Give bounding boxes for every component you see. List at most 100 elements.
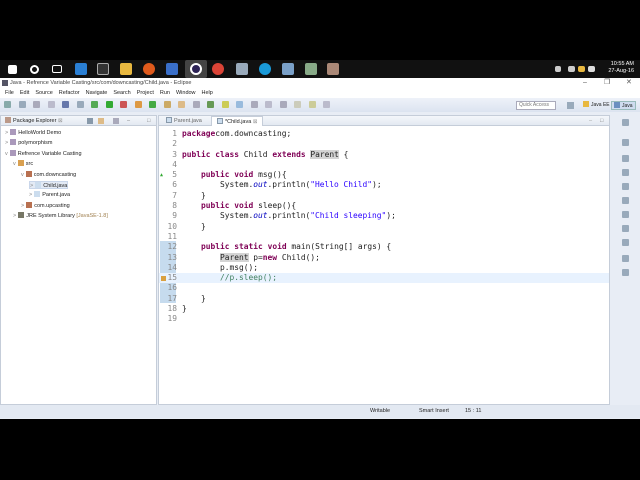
tree-item[interactable]: v com.downcasting xyxy=(21,170,76,179)
tree-item[interactable]: > polymorphism xyxy=(5,139,52,147)
menu-refactor[interactable]: Refactor xyxy=(59,90,80,96)
expand-arrow-icon[interactable]: v xyxy=(13,161,16,167)
tree-item[interactable]: > Child.java xyxy=(29,181,69,189)
menu-edit[interactable]: Edit xyxy=(20,90,29,96)
toolbar-button-icon[interactable] xyxy=(250,101,258,108)
menu-run[interactable]: Run xyxy=(160,90,170,96)
toolbar-button-icon[interactable] xyxy=(47,101,55,108)
close-button[interactable]: ✕ xyxy=(626,78,632,88)
tab-parent-java[interactable]: Parent.java xyxy=(161,116,207,126)
tab-child-java[interactable]: *Child.java ⊠ xyxy=(211,116,264,126)
code-area[interactable]: 1 packagecom.downcasting; 2 3 public class C… xyxy=(159,129,609,325)
menu-source[interactable]: Source xyxy=(35,90,52,96)
collapse-all-icon[interactable] xyxy=(87,118,93,124)
view-shortcut-icon[interactable] xyxy=(622,239,629,246)
toolbar-button-icon[interactable] xyxy=(294,101,301,108)
code-line[interactable]: 6 System.out.println("Hello Child"); xyxy=(159,180,609,190)
tree-item[interactable]: > HelloWorld Demo xyxy=(5,129,61,137)
windows-start-icon[interactable] xyxy=(8,65,17,74)
warning-icon[interactable] xyxy=(578,66,585,72)
code-line[interactable]: 14 p.msg(); xyxy=(159,263,609,273)
expand-arrow-icon[interactable]: > xyxy=(5,140,8,146)
expand-arrow-icon[interactable]: > xyxy=(21,203,24,209)
toolbar-button-icon[interactable] xyxy=(120,101,127,108)
expand-arrow-icon[interactable]: > xyxy=(29,192,32,198)
file-explorer-icon[interactable] xyxy=(120,63,132,75)
network-icon[interactable] xyxy=(568,66,575,72)
view-shortcut-icon[interactable] xyxy=(622,225,629,232)
app-icon[interactable] xyxy=(166,63,178,75)
view-shortcut-icon[interactable] xyxy=(622,269,629,276)
code-line[interactable]: 19 xyxy=(159,314,609,324)
code-line[interactable]: 18} xyxy=(159,304,609,314)
tray-icons[interactable] xyxy=(555,66,561,72)
code-line[interactable]: 5 public void msg(){▲ xyxy=(159,170,609,180)
code-line[interactable]: 17 } xyxy=(159,294,609,304)
expand-arrow-icon[interactable]: > xyxy=(13,213,16,219)
toolbar-button-icon[interactable] xyxy=(76,101,84,108)
eclipse-icon[interactable] xyxy=(185,60,207,78)
toolbar-button-icon[interactable] xyxy=(236,101,243,108)
toolbar-button-icon[interactable] xyxy=(33,101,40,108)
toolbar-button-icon[interactable] xyxy=(279,101,287,108)
code-line[interactable]: 12 public static void main(String[] args… xyxy=(159,242,609,252)
menu-file[interactable]: File xyxy=(5,90,14,96)
toolbar-button-icon[interactable] xyxy=(18,101,26,108)
menu-window[interactable]: Window xyxy=(176,90,196,96)
tree-item[interactable]: > JRE System Library [JavaSE-1.8] xyxy=(13,212,108,220)
perspective-java-ee[interactable]: Java EE xyxy=(581,101,612,110)
view-shortcut-icon[interactable] xyxy=(622,155,629,162)
toolbar-button-icon[interactable] xyxy=(323,101,330,108)
code-line[interactable]: 9 System.out.println("Child sleeping"); xyxy=(159,211,609,221)
minimize-button[interactable]: – xyxy=(583,78,587,88)
expand-arrow-icon[interactable]: > xyxy=(30,183,33,189)
toolbar-button-icon[interactable] xyxy=(192,101,200,108)
toolbar-button-icon[interactable] xyxy=(221,101,229,108)
code-line[interactable]: 13 Parent p=new Child(); xyxy=(159,252,609,263)
code-line[interactable]: 15 //p.sleep(); xyxy=(159,273,609,284)
view-shortcut-icon[interactable] xyxy=(622,139,629,146)
toolbar-button-icon[interactable] xyxy=(4,101,11,108)
toolbar-button-icon[interactable] xyxy=(207,101,214,108)
toolbar-button-icon[interactable] xyxy=(178,101,185,108)
view-shortcut-icon[interactable] xyxy=(622,119,629,126)
code-line[interactable]: 10 } xyxy=(159,222,609,232)
minimize-editor-icon[interactable]: – xyxy=(589,116,592,126)
quick-access-input[interactable]: Quick Access xyxy=(516,101,556,110)
package-explorer-tab[interactable]: Package Explorer ⊠ – □ xyxy=(1,116,156,126)
app-icon[interactable] xyxy=(236,63,248,75)
menu-project[interactable]: Project xyxy=(137,90,154,96)
maximize-button[interactable]: ❐ xyxy=(604,78,610,88)
app-icon[interactable] xyxy=(327,63,339,75)
maximize-view-icon[interactable]: □ xyxy=(147,116,150,126)
skype-icon[interactable] xyxy=(259,63,271,75)
menu-search[interactable]: Search xyxy=(113,90,130,96)
toolbar-button-icon[interactable] xyxy=(163,101,171,108)
view-shortcut-icon[interactable] xyxy=(622,183,629,190)
cmd-icon[interactable] xyxy=(97,63,109,75)
app-icon[interactable] xyxy=(75,63,87,75)
tree-item[interactable]: > com.upcasting xyxy=(21,201,70,210)
chrome-icon[interactable] xyxy=(212,63,224,75)
minimize-view-icon[interactable]: – xyxy=(127,116,130,126)
expand-arrow-icon[interactable]: v xyxy=(21,172,24,178)
view-shortcut-icon[interactable] xyxy=(622,197,629,204)
firefox-icon[interactable] xyxy=(143,63,155,75)
tree-item[interactable]: v Refrence Variable Casting xyxy=(5,149,82,158)
code-line[interactable]: 4 xyxy=(159,160,609,170)
toolbar-button-icon[interactable] xyxy=(105,101,113,108)
tree-item[interactable]: v src xyxy=(13,160,33,168)
code-line[interactable]: 3 public class Child extends Parent { xyxy=(159,149,609,160)
notification-icon[interactable] xyxy=(588,66,595,72)
code-line[interactable]: 7 } xyxy=(159,191,609,201)
app-icon[interactable] xyxy=(305,63,317,75)
toolbar-button-icon[interactable] xyxy=(149,101,156,108)
view-shortcut-icon[interactable] xyxy=(622,169,629,176)
code-line[interactable]: 2 xyxy=(159,139,609,149)
code-line[interactable]: 8 public void sleep(){ xyxy=(159,201,609,211)
toolbar-button-icon[interactable] xyxy=(265,101,272,108)
menu-navigate[interactable]: Navigate xyxy=(86,90,108,96)
perspective-java[interactable]: Java xyxy=(611,101,636,110)
toolbar-button-icon[interactable] xyxy=(134,101,142,108)
view-menu-icon[interactable] xyxy=(113,118,119,124)
